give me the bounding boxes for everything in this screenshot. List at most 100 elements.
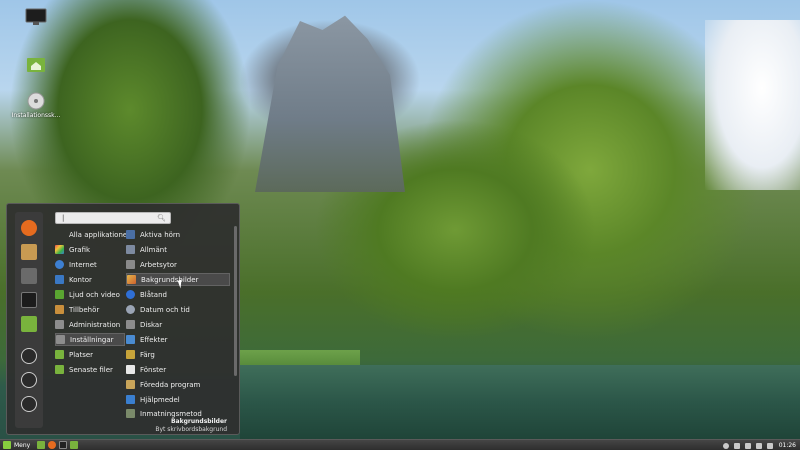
network-icon[interactable] — [744, 442, 751, 449]
bluetooth-icon — [126, 290, 135, 299]
multimedia-icon — [55, 290, 64, 299]
backgrounds-icon — [127, 275, 136, 284]
category-administration[interactable]: Administration — [55, 318, 125, 331]
app-general[interactable]: Allmänt — [126, 243, 230, 256]
app-label: Föredda program — [140, 380, 201, 389]
system-settings-icon[interactable] — [21, 268, 37, 284]
apps-scrollbar[interactable] — [234, 226, 237, 376]
desktop-icon-computer[interactable] — [8, 8, 64, 26]
wallpaper-cloud — [705, 20, 800, 190]
administration-icon — [55, 320, 64, 329]
category-label: Platser — [69, 350, 94, 359]
app-label: Datum och tid — [140, 305, 190, 314]
category-office[interactable]: Kontor — [55, 273, 125, 286]
app-label: Färg — [140, 350, 155, 359]
effects-icon — [126, 335, 135, 344]
category-all[interactable]: Alla applikationer — [55, 228, 130, 241]
general-icon — [126, 245, 135, 254]
category-label: Kontor — [69, 275, 92, 284]
app-label: Blåtand — [140, 290, 167, 299]
software-manager-icon[interactable] — [21, 244, 37, 260]
app-label: Allmänt — [140, 245, 167, 254]
app-label: Arbetsytor — [140, 260, 177, 269]
input-method-icon — [126, 409, 135, 418]
category-label: Alla applikationer — [69, 230, 131, 239]
mint-logo-icon — [3, 441, 11, 449]
category-settings[interactable]: Inställningar — [55, 333, 125, 346]
category-graphics[interactable]: Grafik — [55, 243, 125, 256]
hot-corners-icon — [126, 230, 135, 239]
description-subtitle: Byt skrivbordsbakgrund — [155, 426, 227, 433]
home-folder-icon — [25, 55, 47, 73]
graphics-icon — [55, 245, 64, 254]
bluetooth-tray-icon[interactable] — [733, 442, 740, 449]
monitor-icon — [25, 8, 47, 26]
accessories-icon — [55, 305, 64, 314]
app-accessibility[interactable]: Hjälpmedel — [126, 393, 230, 406]
logout-icon[interactable] — [21, 372, 37, 388]
app-label: Inmatningsmetod — [140, 409, 202, 418]
category-places[interactable]: Platser — [55, 348, 125, 361]
user-icon[interactable] — [722, 442, 729, 449]
app-label: Bakgrundsbilder — [141, 275, 199, 284]
app-effects[interactable]: Effekter — [126, 333, 230, 346]
disks-icon — [126, 320, 135, 329]
app-bluetooth[interactable]: Blåtand — [126, 288, 230, 301]
terminal-icon[interactable] — [21, 292, 37, 308]
desktop-icon-install[interactable]: Installationssk... — [8, 92, 64, 119]
clock[interactable]: 01:26 — [779, 442, 796, 449]
desktop-icon-label: Installationssk... — [11, 112, 61, 119]
windows-icon — [126, 365, 135, 374]
search-input[interactable]: | 🔍︎ — [55, 212, 171, 224]
wallpaper-lake — [240, 365, 800, 440]
application-menu: | 🔍︎ Alla applikationer Grafik Internet … — [6, 203, 240, 435]
category-label: Administration — [69, 320, 121, 329]
category-accessories[interactable]: Tillbehör — [55, 303, 125, 316]
category-multimedia[interactable]: Ljud och video — [55, 288, 125, 301]
terminal-launcher-icon[interactable] — [59, 441, 68, 449]
volume-icon[interactable] — [766, 442, 773, 449]
show-desktop-icon[interactable] — [37, 441, 46, 449]
favorites-bar — [15, 212, 43, 428]
edit-icon[interactable] — [755, 442, 762, 449]
app-label: Aktiva hörn — [140, 230, 181, 239]
all-apps-icon — [55, 230, 64, 239]
category-internet[interactable]: Internet — [55, 258, 125, 271]
color-icon — [126, 350, 135, 359]
app-date-time[interactable]: Datum och tid — [126, 303, 230, 316]
app-workspaces[interactable]: Arbetsytor — [126, 258, 230, 271]
recent-files-icon — [55, 365, 64, 374]
search-icon: 🔍︎ — [157, 214, 166, 222]
lock-icon[interactable] — [21, 348, 37, 364]
power-icon[interactable] — [21, 396, 37, 412]
app-label: Diskar — [140, 320, 163, 329]
office-icon — [55, 275, 64, 284]
category-label: Inställningar — [70, 335, 114, 344]
files-icon[interactable] — [21, 316, 37, 332]
firefox-launcher-icon[interactable] — [48, 441, 57, 449]
disc-icon — [25, 92, 47, 110]
app-label: Hjälpmedel — [140, 395, 180, 404]
category-label: Ljud och video — [69, 290, 120, 299]
app-windows[interactable]: Fönster — [126, 363, 230, 376]
settings-icon — [56, 335, 65, 344]
desktop-icon-home[interactable] — [8, 55, 64, 73]
category-label: Tillbehör — [69, 305, 100, 314]
firefox-icon[interactable] — [21, 220, 37, 236]
app-preferred-apps[interactable]: Föredda program — [126, 378, 230, 391]
app-disks[interactable]: Diskar — [126, 318, 230, 331]
category-recent-files[interactable]: Senaste filer — [55, 363, 125, 376]
menu-button[interactable]: Meny — [3, 441, 34, 450]
app-label: Fönster — [140, 365, 167, 374]
menu-button-label: Meny — [14, 441, 31, 449]
preferred-apps-icon — [126, 380, 135, 389]
search-value: | — [62, 214, 65, 222]
system-tray: 01:26 — [718, 440, 796, 450]
app-label: Effekter — [140, 335, 168, 344]
workspaces-icon — [126, 260, 135, 269]
app-hot-corners[interactable]: Aktiva hörn — [126, 228, 230, 241]
date-time-icon — [126, 305, 135, 314]
places-icon — [55, 350, 64, 359]
app-color[interactable]: Färg — [126, 348, 230, 361]
files-launcher-icon[interactable] — [70, 441, 79, 449]
